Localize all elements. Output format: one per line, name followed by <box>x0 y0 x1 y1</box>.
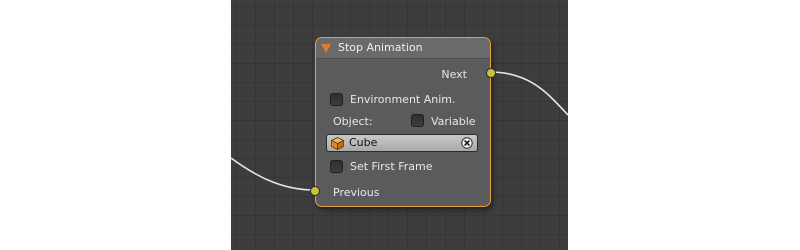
input-socket-label: Previous <box>333 186 380 199</box>
object-field-value: Cube <box>349 136 378 149</box>
link-next-out <box>489 71 568 116</box>
node-editor-canvas[interactable]: Stop Animation Next Environment Anim. Ob… <box>231 0 568 250</box>
set-first-frame-label: Set First Frame <box>350 160 433 173</box>
variable-label: Variable <box>431 115 476 128</box>
environment-anim-checkbox[interactable] <box>330 93 343 106</box>
set-first-frame-checkbox[interactable] <box>330 160 343 173</box>
collapse-arrow-icon[interactable] <box>321 43 331 53</box>
object-label: Object: <box>333 115 373 128</box>
link-previous-in <box>231 157 316 191</box>
node-header[interactable]: Stop Animation <box>316 38 490 59</box>
output-socket-label: Next <box>441 68 467 81</box>
variable-checkbox[interactable] <box>411 114 424 127</box>
node-title: Stop Animation <box>338 41 423 54</box>
cube-icon <box>331 137 344 150</box>
output-socket-next[interactable] <box>486 68 496 78</box>
stop-animation-node[interactable]: Stop Animation Next Environment Anim. Ob… <box>310 37 496 207</box>
clear-x-icon[interactable] <box>461 137 473 149</box>
object-field[interactable]: Cube <box>326 134 478 152</box>
input-socket-previous[interactable] <box>310 186 320 196</box>
environment-anim-label: Environment Anim. <box>350 93 456 106</box>
